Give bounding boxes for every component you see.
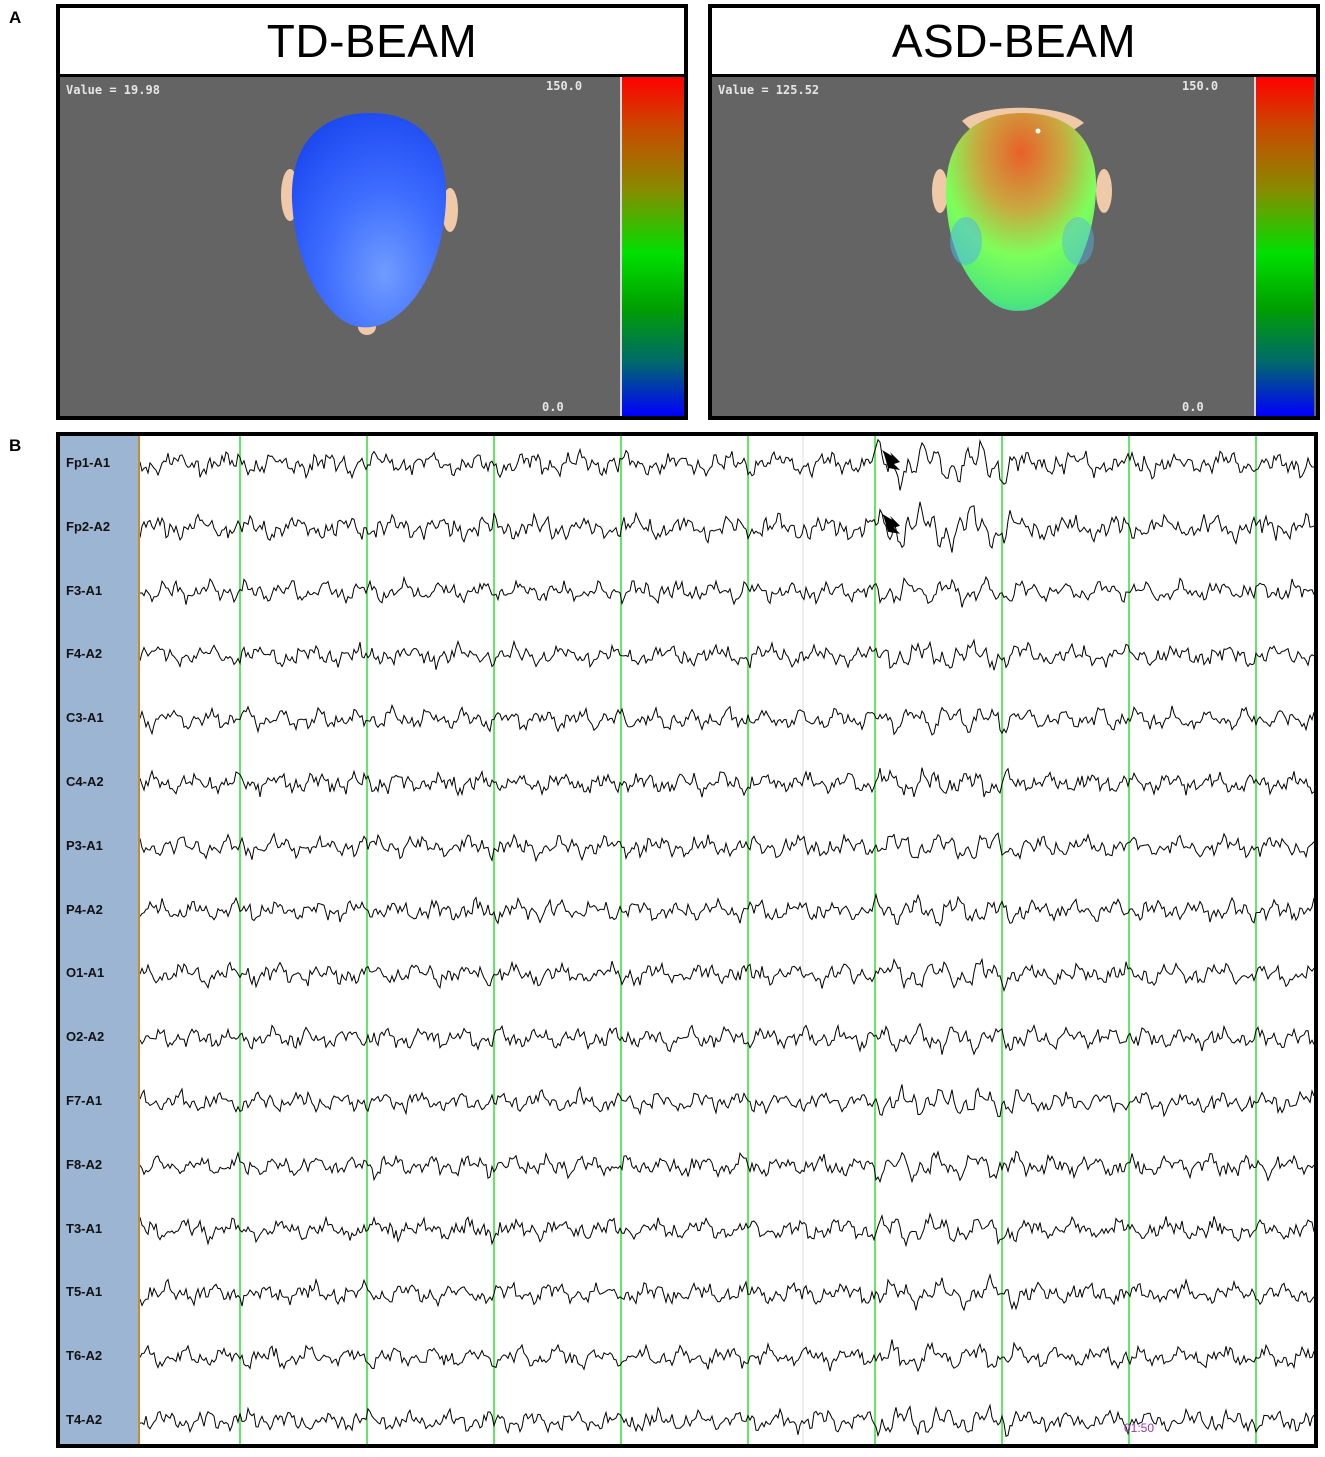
eeg-trace	[140, 1022, 1314, 1056]
channel-label: F3-A1	[66, 582, 103, 598]
channel-label: O2-A2	[66, 1029, 105, 1045]
eeg-trace	[140, 832, 1314, 863]
eeg-panel: Fp1-A1 Fp2-A2 F3-A1 F4-A2 C3-A1 C4-A2 P3-A1 P4-…	[56, 432, 1318, 1448]
asd-head-shape	[946, 113, 1097, 311]
td-beam-view: Value = 19.98 150.0 0.0	[60, 77, 684, 416]
panel-b-letter: B	[9, 436, 22, 455]
channel-label: T6-A2	[66, 1348, 103, 1364]
channel-label-column: Fp1-A1 Fp2-A2 F3-A1 F4-A2 C3-A1 C4-A2 P3-A1 P4-…	[60, 436, 140, 1444]
asd-blue-region-left	[950, 217, 982, 265]
td-colorbar	[620, 77, 684, 416]
td-beam-title: TD-BEAM	[60, 8, 684, 77]
eeg-trace	[140, 892, 1314, 927]
channel-label: T5-A1	[66, 1284, 103, 1300]
asd-beam-value: Value = 125.52	[718, 83, 820, 97]
channel-label: O1-A1	[66, 965, 105, 981]
channel-label: Fp2-A2	[66, 518, 111, 534]
eeg-trace	[140, 957, 1314, 993]
channel-label: Fp1-A1	[66, 455, 111, 470]
asd-right-ear	[1096, 169, 1112, 213]
td-scale-min: 0.0	[542, 400, 564, 414]
asd-blue-region-right	[1062, 217, 1094, 265]
eeg-trace	[140, 438, 1314, 491]
time-marker-label: 01:50	[1124, 1421, 1155, 1435]
eeg-trace	[140, 1212, 1314, 1248]
panel-a-letter: A	[9, 8, 22, 27]
eeg-trace	[140, 1339, 1314, 1373]
asd-scale-max: 150.0	[1182, 79, 1219, 93]
channel-label: T3-A1	[66, 1220, 103, 1236]
channel-label: C4-A2	[66, 774, 104, 789]
eeg-trace	[140, 767, 1314, 798]
channel-label: P3-A1	[66, 837, 103, 853]
channel-label: C3-A1	[66, 710, 104, 726]
eeg-trace-area	[140, 436, 1314, 1444]
td-beam-panel: TD-BEAM Value = 19.98 150.0 0.0	[56, 4, 688, 420]
td-head-shape	[291, 113, 447, 328]
eeg-trace	[140, 1150, 1314, 1184]
eeg-trace	[140, 575, 1314, 608]
eeg-trace	[140, 1272, 1314, 1312]
asd-colorbar	[1254, 77, 1314, 416]
channel-label: P4-A2	[66, 901, 103, 917]
spike-arrow-icon	[882, 450, 900, 470]
eeg-trace	[140, 501, 1314, 553]
asd-left-ear	[932, 169, 948, 213]
channel-label: F8-A2	[66, 1156, 103, 1172]
asd-beam-view: Value = 125.52 150.0 0.0	[712, 77, 1316, 416]
channel-label: F7-A1	[66, 1093, 103, 1108]
asd-beam-title: ASD-BEAM	[712, 8, 1316, 77]
channel-label: T4-A2	[66, 1412, 103, 1427]
asd-scale-min: 0.0	[1182, 400, 1204, 414]
td-head-map	[281, 113, 458, 335]
asd-marker-dot	[1035, 128, 1041, 134]
td-scale-max: 150.0	[546, 79, 583, 93]
eeg-trace	[140, 1084, 1314, 1118]
eeg-trace	[140, 638, 1314, 671]
td-beam-value: Value = 19.98	[66, 83, 160, 97]
channel-label: F4-A2	[66, 646, 103, 662]
asd-head-map	[932, 107, 1112, 311]
asd-beam-panel: ASD-BEAM Value = 125.52 150.0 0.0	[708, 4, 1320, 420]
eeg-trace	[140, 703, 1314, 736]
